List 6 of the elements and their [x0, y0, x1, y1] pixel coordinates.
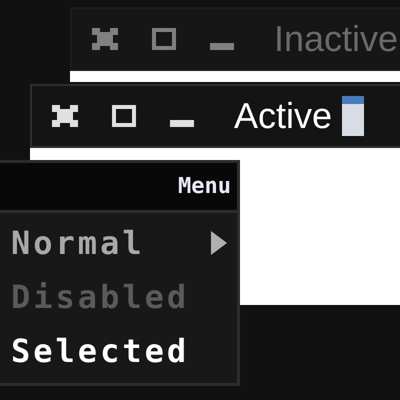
- menu-title: Menu: [178, 176, 231, 198]
- window-title: Inactive: [274, 21, 398, 57]
- menu-item[interactable]: Normal: [11, 223, 227, 263]
- menu-item[interactable]: Selected: [11, 331, 227, 371]
- close-icon[interactable]: [52, 105, 78, 127]
- window-title: Active: [234, 98, 332, 134]
